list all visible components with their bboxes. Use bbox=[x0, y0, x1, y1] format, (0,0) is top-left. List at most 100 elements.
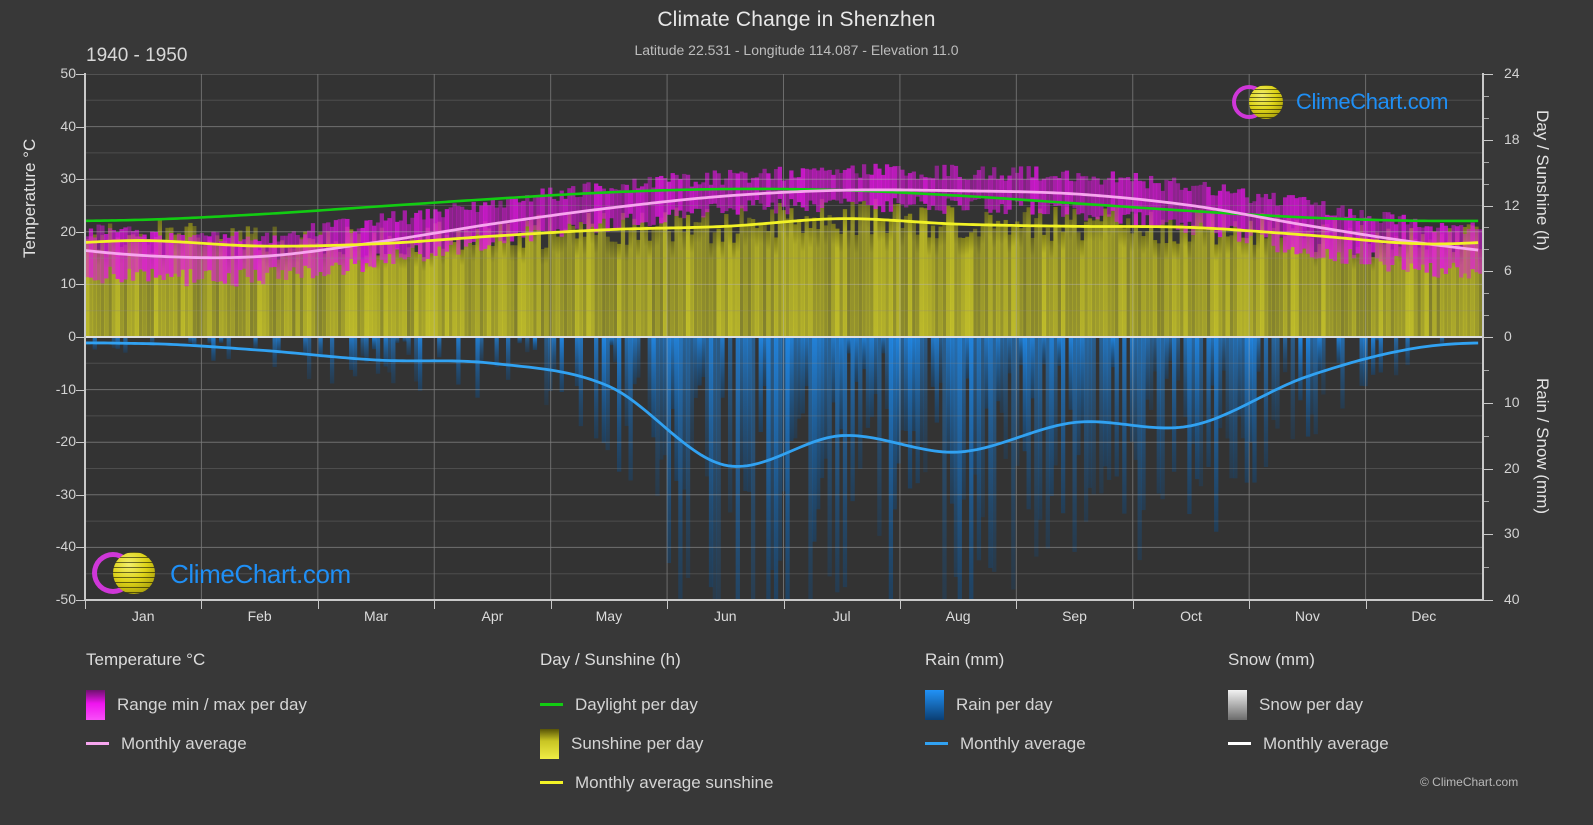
x-axis-tick-mark bbox=[1365, 601, 1367, 609]
legend-column: Snow (mm) Snow per day Monthly average bbox=[1228, 650, 1389, 763]
legend-column-title: Day / Sunshine (h) bbox=[540, 650, 681, 669]
legend-item[interactable]: Range min / max per day bbox=[86, 685, 307, 724]
page-title: Climate Change in Shenzhen bbox=[657, 8, 936, 31]
x-axis-tick-mark bbox=[1249, 601, 1251, 609]
y-axis-right-tick-mark bbox=[1484, 183, 1489, 185]
y-axis-left-tick-label: 40 bbox=[60, 117, 76, 134]
x-axis-tick-label: Sep bbox=[1062, 608, 1087, 624]
y-axis-left-tick-label: -20 bbox=[55, 433, 76, 450]
y-axis-right-tick-mark bbox=[1484, 271, 1493, 273]
temp-range-swatch bbox=[86, 689, 105, 720]
legend-column-title: Temperature °C bbox=[86, 650, 206, 669]
y-axis-right-tick-mark bbox=[1484, 567, 1489, 569]
legend-item[interactable]: Monthly average bbox=[86, 724, 307, 763]
y-axis-right-tick-mark bbox=[1484, 534, 1493, 536]
x-axis-tick-label: Feb bbox=[247, 608, 272, 624]
y-axis-right-tick-mark bbox=[1484, 600, 1493, 601]
page-subtitle: Latitude 22.531 - Longitude 114.087 - El… bbox=[634, 42, 959, 58]
y-axis-right-tick-mark bbox=[1484, 249, 1489, 251]
x-axis-tick-mark bbox=[667, 601, 669, 609]
y-axis-left-tick-mark bbox=[76, 600, 85, 601]
x-axis-tick-label: Mar bbox=[363, 608, 389, 624]
x-axis-tick-label: May bbox=[595, 608, 623, 624]
sunshine-swatch bbox=[540, 728, 559, 759]
legend-item[interactable]: Daylight per day bbox=[540, 685, 773, 724]
y-axis-right-tick-mark bbox=[1484, 501, 1489, 503]
y-axis-right-tick-mark bbox=[1484, 337, 1493, 338]
legend-item-label: Range min / max per day bbox=[117, 694, 307, 714]
x-axis-tick-label: Apr bbox=[481, 608, 504, 624]
x-axis-tick-label: Jan bbox=[131, 608, 155, 624]
y-axis-left-tick-label: 0 bbox=[68, 328, 76, 344]
y-axis-left-tick-label: 50 bbox=[60, 65, 76, 81]
y-axis-right-bottom-title: Rain / Snow (mm) bbox=[1533, 378, 1552, 515]
y-axis-right-tick-mark bbox=[1484, 468, 1493, 470]
y-axis-left-tick-mark bbox=[76, 74, 85, 75]
snow-swatch bbox=[1228, 689, 1247, 720]
legend-item-label: Monthly average bbox=[960, 733, 1086, 753]
y-axis-right-tick-mark bbox=[1484, 402, 1493, 404]
x-axis-tick-mark bbox=[317, 601, 319, 609]
x-axis-tick-label: Jun bbox=[713, 608, 737, 624]
y-axis-right-tick-mark bbox=[1484, 74, 1493, 75]
x-axis-tick-mark bbox=[434, 601, 436, 609]
legend-column: Rain (mm) Rain per day Monthly average bbox=[925, 650, 1086, 763]
daylight-swatch bbox=[540, 703, 563, 706]
legend-column: Temperature °C Range min / max per day Mon… bbox=[86, 650, 307, 763]
x-axis-tick-mark bbox=[1132, 601, 1134, 609]
legend-item[interactable]: Sunshine per day bbox=[540, 724, 773, 763]
legend-item[interactable]: Monthly average sunshine bbox=[540, 763, 773, 802]
legend-item-label: Daylight per day bbox=[575, 694, 698, 714]
y-axis-right-tick-mark bbox=[1484, 369, 1489, 371]
legend-item-label: Monthly average sunshine bbox=[575, 772, 774, 792]
x-axis-tick-mark bbox=[85, 601, 86, 609]
x-axis-tick-label: Nov bbox=[1294, 608, 1320, 624]
y-axis-right-tick-label: 30 bbox=[1504, 525, 1520, 542]
y-axis-right-tick-mark bbox=[1484, 161, 1489, 163]
y-axis-left-tick-label: -50 bbox=[55, 591, 76, 607]
y-axis-left-tick-label: 10 bbox=[60, 275, 76, 292]
period-label: 1940 - 1950 bbox=[86, 45, 188, 66]
x-axis-tick-mark bbox=[783, 601, 785, 609]
snow-avg-swatch bbox=[1228, 742, 1251, 745]
copyright-text: © ClimeChart.com bbox=[1420, 775, 1519, 789]
legend-item-label: Monthly average bbox=[121, 733, 247, 753]
legend-item-label: Rain per day bbox=[956, 694, 1053, 714]
x-axis-tick-mark bbox=[899, 601, 901, 609]
y-axis-right-tick-mark bbox=[1484, 435, 1489, 437]
x-axis-tick-label: Aug bbox=[945, 608, 971, 624]
y-axis-left-tick-label: -40 bbox=[55, 538, 76, 555]
y-axis-left-tick-mark bbox=[76, 494, 85, 496]
y-axis-right-tick-label: 24 bbox=[1504, 65, 1520, 81]
legend-item-label: Monthly average bbox=[1263, 733, 1389, 753]
y-axis-right-tick-mark bbox=[1484, 205, 1493, 207]
plot-canvas bbox=[85, 74, 1482, 600]
y-axis-right-tick-label: 6 bbox=[1504, 262, 1512, 279]
y-axis-left-tick-mark bbox=[76, 547, 85, 549]
legend-item[interactable]: Snow per day bbox=[1228, 685, 1389, 724]
y-axis-left-tick-mark bbox=[76, 442, 85, 444]
y-axis-left-title: Temperature °C bbox=[20, 138, 39, 258]
rain-avg-swatch bbox=[925, 742, 948, 745]
y-axis-left-tick-mark bbox=[76, 389, 85, 391]
y-axis-right-tick-mark bbox=[1484, 95, 1489, 97]
y-axis-right-tick-mark bbox=[1484, 139, 1493, 141]
legend-item-label: Snow per day bbox=[1259, 694, 1363, 714]
y-axis-left-tick-mark bbox=[76, 179, 85, 181]
legend-column: Day / Sunshine (h) Daylight per day Sunshi… bbox=[540, 650, 773, 802]
legend-item[interactable]: Monthly average bbox=[1228, 724, 1389, 763]
zero-line bbox=[85, 336, 1482, 338]
y-axis-left-tick-mark bbox=[76, 231, 85, 233]
x-axis-tick-mark bbox=[550, 601, 552, 609]
y-axis-right-tick-mark bbox=[1484, 315, 1489, 317]
plot-area bbox=[85, 74, 1482, 600]
chart-legend: Temperature °C Range min / max per day Mon… bbox=[0, 650, 1593, 825]
x-axis-tick-label: Oct bbox=[1180, 608, 1202, 624]
y-axis-right-tick-mark bbox=[1484, 117, 1489, 119]
legend-item[interactable]: Rain per day bbox=[925, 685, 1086, 724]
rain-swatch bbox=[925, 689, 944, 720]
legend-item[interactable]: Monthly average bbox=[925, 724, 1086, 763]
sunshine-avg-swatch bbox=[540, 781, 563, 784]
y-axis-left-tick-mark bbox=[76, 337, 85, 338]
legend-item-label: Sunshine per day bbox=[571, 733, 704, 753]
